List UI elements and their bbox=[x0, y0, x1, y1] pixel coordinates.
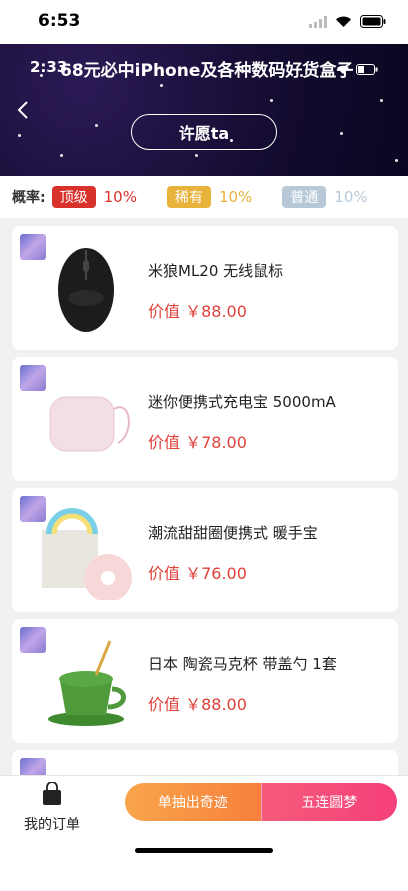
tier-percent: 10% bbox=[334, 188, 368, 206]
item-name: 迷你便携式充电宝 5000mA bbox=[148, 393, 336, 411]
hero-status-icons bbox=[336, 60, 378, 79]
item-name: 日本 陶瓷马克杯 带盖勺 1套 bbox=[148, 655, 337, 673]
wifi-icon bbox=[335, 13, 352, 32]
my-orders-label: 我的订单 bbox=[24, 817, 80, 833]
item-price: 价值 ￥76.00 bbox=[148, 564, 247, 583]
list-item[interactable]: 日本 陶瓷马克杯 带盖勺 1套 价值 ￥88.00 bbox=[12, 619, 398, 743]
back-button[interactable] bbox=[12, 98, 36, 122]
probability-label: 概率: bbox=[12, 190, 46, 206]
wifi-icon bbox=[336, 60, 350, 79]
chevron-left-icon bbox=[17, 101, 28, 119]
power-bank-icon bbox=[36, 369, 136, 469]
draw-one-button[interactable]: 单抽出奇迹 bbox=[125, 783, 261, 821]
rarity-tag bbox=[20, 365, 46, 391]
rarity-tag bbox=[20, 234, 46, 260]
item-name: 米狼ML20 无线鼠标 bbox=[148, 262, 284, 280]
draw-five-button[interactable]: 五连圆梦 bbox=[260, 783, 397, 821]
status-icons bbox=[309, 13, 386, 32]
home-indicator bbox=[135, 848, 273, 853]
product-list: 米狼ML20 无线鼠标 价值 ￥88.00 迷你便携式充电宝 5000mA 价值… bbox=[12, 226, 398, 797]
bottom-nav: 我的订单 单抽出奇迹 五连圆梦 bbox=[0, 775, 408, 891]
tier-badge: 顶级 bbox=[51, 186, 96, 208]
status-time: 6:53 bbox=[38, 11, 81, 31]
battery-icon bbox=[356, 60, 378, 79]
tier-badge: 稀有 bbox=[166, 186, 211, 208]
my-orders-button[interactable]: 我的订单 bbox=[18, 781, 86, 834]
tier-top: 顶级 10% bbox=[51, 186, 137, 208]
item-name: 潮流甜甜圈便携式 暖手宝 bbox=[148, 524, 318, 542]
tier-common: 普通 10% bbox=[282, 186, 368, 208]
battery-icon bbox=[360, 13, 386, 32]
list-item[interactable]: 潮流甜甜圈便携式 暖手宝 价值 ￥76.00 bbox=[12, 488, 398, 612]
tier-badge: 普通 bbox=[282, 186, 327, 208]
item-price: 价值 ￥88.00 bbox=[148, 302, 247, 321]
mouse-icon bbox=[36, 238, 136, 338]
shopping-bag-icon bbox=[43, 781, 61, 805]
status-bar: 6:53 bbox=[0, 0, 408, 44]
tier-percent: 10% bbox=[103, 188, 137, 206]
list-item[interactable]: 迷你便携式充电宝 5000mA 价值 ￥78.00 bbox=[12, 357, 398, 481]
wish-button[interactable]: 许愿ta bbox=[131, 114, 277, 150]
draw-button-group: 单抽出奇迹 五连圆梦 bbox=[125, 783, 397, 821]
item-price: 价值 ￥88.00 bbox=[148, 695, 247, 714]
tier-rare: 稀有 10% bbox=[166, 186, 253, 208]
hero-title: 68元必中iPhone及各种数码好货盒子 bbox=[60, 61, 354, 81]
hero-banner: 2:33 68元必中iPhone及各种数码好货盒子 许愿ta bbox=[0, 44, 408, 176]
signal-icon bbox=[309, 13, 327, 32]
mug-icon bbox=[36, 631, 136, 731]
rarity-tag bbox=[20, 496, 46, 522]
item-price: 价值 ￥78.00 bbox=[148, 433, 247, 452]
tier-percent: 10% bbox=[218, 188, 253, 206]
probability-bar: 概率: 顶级 10% 稀有 10% 普通 10% bbox=[0, 176, 408, 218]
hand-warmer-icon bbox=[36, 500, 136, 602]
list-item[interactable]: 米狼ML20 无线鼠标 价值 ￥88.00 bbox=[12, 226, 398, 350]
rarity-tag bbox=[20, 627, 46, 653]
